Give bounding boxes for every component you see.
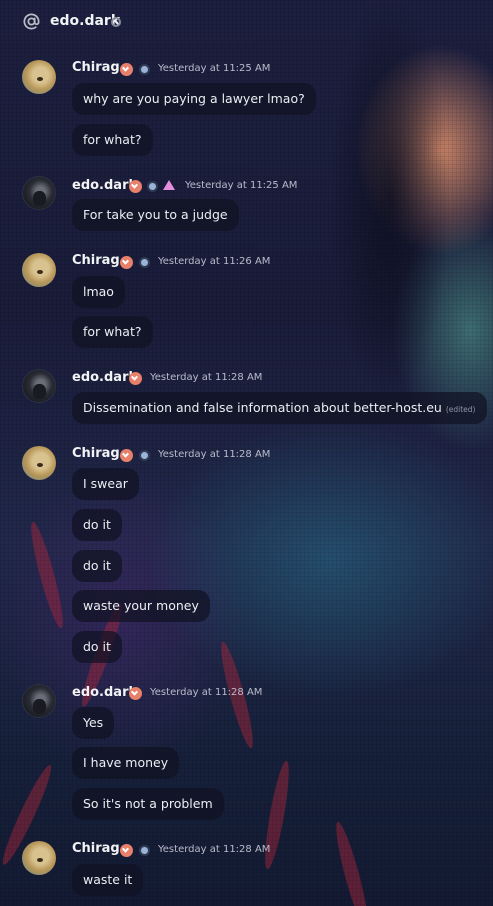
timestamp: Yesterday at 11:28 AM (150, 372, 263, 383)
boost-badge-icon (163, 180, 175, 190)
message-bubble[interactable]: So it's not a problem (72, 788, 224, 820)
doge-avatar[interactable] (22, 253, 56, 287)
username[interactable]: edo.dark (72, 178, 137, 193)
nitro-badge-icon (139, 845, 150, 856)
message-bubble[interactable]: I have money (72, 747, 180, 779)
timestamp: Yesterday at 11:28 AM (158, 449, 271, 460)
message-bubble[interactable]: For take you to a judge (72, 199, 239, 231)
timestamp: Yesterday at 11:25 AM (185, 180, 298, 191)
timestamp: Yesterday at 11:26 AM (158, 256, 271, 267)
message-bubble[interactable]: lmao (72, 276, 125, 308)
message-bubble[interactable]: for what? (72, 316, 153, 348)
person-avatar[interactable] (22, 684, 56, 718)
heart-badge-icon (120, 256, 133, 269)
message-feed[interactable]: Chirag. Yesterday at 11:25 AM why are yo… (0, 0, 493, 906)
nitro-badge-icon (139, 64, 150, 75)
heart-badge-icon (129, 180, 142, 193)
edited-label: (edited) (445, 405, 476, 414)
message-bubble[interactable]: waste your money (72, 590, 210, 622)
username[interactable]: Chirag. (72, 841, 125, 856)
message-bubble[interactable]: do it (72, 631, 122, 663)
message-bubble[interactable]: for what? (72, 124, 153, 156)
nitro-badge-icon (139, 257, 150, 268)
message-text: Dissemination and false information abou… (83, 400, 442, 415)
username[interactable]: edo.dark (72, 370, 137, 385)
message-bubble[interactable]: Dissemination and false information abou… (72, 392, 487, 424)
nitro-badge-icon (139, 450, 150, 461)
username[interactable]: edo.dark (72, 685, 137, 700)
person-avatar[interactable] (22, 176, 56, 210)
message-bubble[interactable]: do it (72, 550, 122, 582)
message-bubble[interactable]: waste it (72, 864, 144, 896)
username[interactable]: Chirag. (72, 446, 125, 461)
message-bubble[interactable]: why are you paying a lawyer lmao? (72, 83, 316, 115)
heart-badge-icon (120, 449, 133, 462)
heart-badge-icon (120, 63, 133, 76)
nitro-badge-icon (147, 181, 158, 192)
message-bubble[interactable]: do it (72, 509, 122, 541)
timestamp: Yesterday at 11:25 AM (158, 63, 271, 74)
timestamp: Yesterday at 11:28 AM (150, 687, 263, 698)
heart-badge-icon (120, 844, 133, 857)
doge-avatar[interactable] (22, 446, 56, 480)
username[interactable]: Chirag. (72, 253, 125, 268)
username[interactable]: Chirag. (72, 60, 125, 75)
doge-avatar[interactable] (22, 60, 56, 94)
message-bubble[interactable]: Yes (72, 707, 115, 739)
doge-avatar[interactable] (22, 841, 56, 875)
heart-badge-icon (129, 372, 142, 385)
message-bubble[interactable]: I swear (72, 468, 139, 500)
heart-badge-icon (129, 687, 142, 700)
person-avatar[interactable] (22, 369, 56, 403)
timestamp: Yesterday at 11:28 AM (158, 844, 271, 855)
